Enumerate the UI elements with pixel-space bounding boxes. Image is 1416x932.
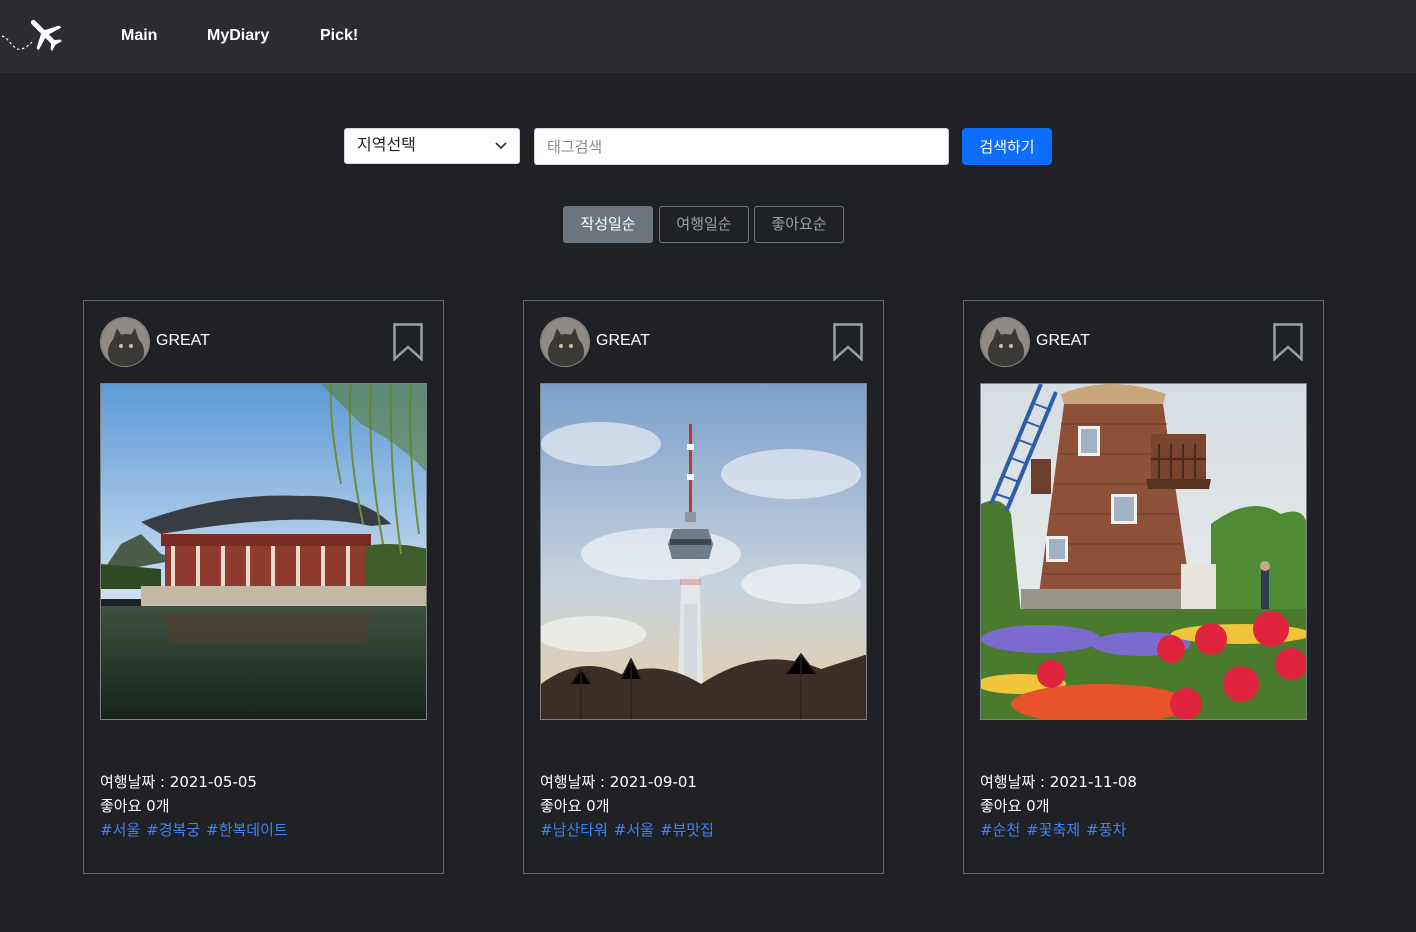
cat-avatar-icon: [541, 318, 589, 366]
tag-link[interactable]: #경복궁: [146, 821, 200, 839]
tag-search-input[interactable]: [534, 128, 949, 165]
avatar[interactable]: [540, 317, 590, 367]
diary-card[interactable]: GREAT: [963, 300, 1324, 874]
travel-date: 여행날짜 : 2021-05-05: [100, 773, 257, 791]
cat-avatar-icon: [101, 318, 149, 366]
tag-link[interactable]: #한복데이트: [206, 821, 288, 839]
chevron-down-icon: [495, 142, 507, 150]
windmill-photo[interactable]: [980, 383, 1307, 720]
bookmark-icon[interactable]: [1273, 323, 1303, 361]
nav-pick[interactable]: Pick!: [320, 26, 358, 46]
like-count: 좋아요 0개: [100, 797, 170, 815]
bookmark-icon[interactable]: [833, 323, 863, 361]
tag-link[interactable]: #풍차: [1086, 821, 1126, 839]
tag-link[interactable]: #서울: [614, 821, 654, 839]
region-select[interactable]: 지역선택: [344, 128, 520, 164]
top-navbar: Main MyDiary Pick!: [0, 0, 1416, 73]
bookmark-icon[interactable]: [393, 323, 423, 361]
airplane-logo-icon[interactable]: [0, 14, 66, 58]
sort-by-created-button[interactable]: 작성일순: [563, 206, 653, 243]
palace-photo[interactable]: [100, 383, 427, 720]
author-name: GREAT: [1036, 332, 1090, 349]
avatar[interactable]: [980, 317, 1030, 367]
author-name: GREAT: [596, 332, 650, 349]
tower-photo[interactable]: [540, 383, 867, 720]
tag-list: #서울 #경복궁 #한복데이트: [100, 820, 294, 840]
search-button[interactable]: 검색하기: [962, 128, 1052, 165]
author-name: GREAT: [156, 332, 210, 349]
nav-mydiary[interactable]: MyDiary: [207, 26, 269, 46]
diary-card[interactable]: GREAT: [83, 300, 444, 874]
tag-link[interactable]: #남산타워: [540, 821, 608, 839]
like-count: 좋아요 0개: [980, 797, 1050, 815]
sort-by-likes-button[interactable]: 좋아요순: [754, 206, 844, 243]
diary-card[interactable]: GREAT: [523, 300, 884, 874]
travel-date: 여행날짜 : 2021-09-01: [540, 773, 697, 791]
tag-link[interactable]: #꽃축제: [1026, 821, 1080, 839]
tag-link[interactable]: #서울: [100, 821, 140, 839]
tag-list: #순천 #꽃축제 #풍차: [980, 820, 1132, 840]
region-select-value: 지역선택: [357, 137, 416, 154]
tag-link[interactable]: #순천: [980, 821, 1020, 839]
tag-list: #남산타워 #서울 #뷰맛집: [540, 820, 720, 840]
sort-by-travel-date-button[interactable]: 여행일순: [659, 206, 749, 243]
nav-main[interactable]: Main: [121, 26, 157, 46]
cat-avatar-icon: [981, 318, 1029, 366]
avatar[interactable]: [100, 317, 150, 367]
like-count: 좋아요 0개: [540, 797, 610, 815]
travel-date: 여행날짜 : 2021-11-08: [980, 773, 1137, 791]
tag-link[interactable]: #뷰맛집: [660, 821, 714, 839]
